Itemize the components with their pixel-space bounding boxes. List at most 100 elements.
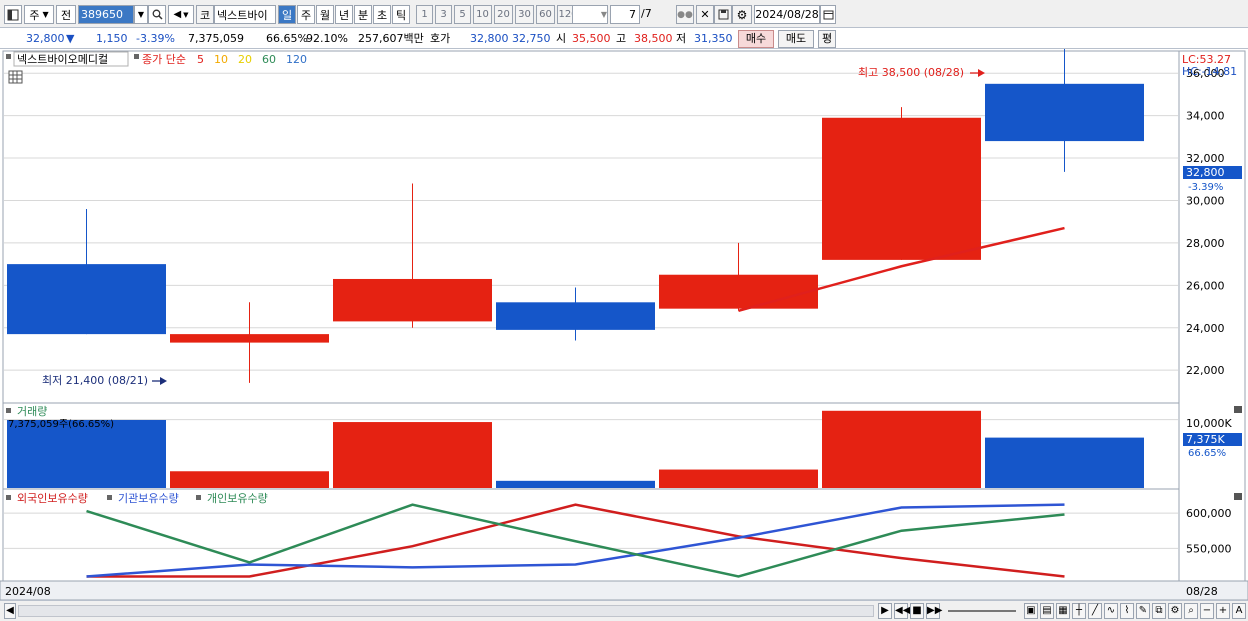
last-change-text: -3.39% xyxy=(1188,182,1223,193)
type-button[interactable]: 전 xyxy=(56,5,76,24)
close-panel-icon[interactable] xyxy=(1234,493,1242,500)
volume-bar[interactable] xyxy=(7,420,166,488)
volume-ratio: 66.65% xyxy=(266,32,308,45)
window-icon[interactable]: ▤ xyxy=(1040,603,1054,619)
volume-bar[interactable] xyxy=(170,471,329,488)
fast-forward-icon[interactable]: ▶▶ xyxy=(926,603,942,619)
holding-legend-2[interactable]: 개인보유수량 xyxy=(207,492,268,505)
date-input[interactable]: 2024/08/28 xyxy=(754,5,820,24)
code-dropdown-button[interactable]: ▼ xyxy=(134,5,148,24)
holding-tick-label: 550,000 xyxy=(1186,542,1232,555)
zoom-slider[interactable] xyxy=(948,610,1016,612)
period-tab-1[interactable]: 주 xyxy=(297,5,315,24)
interval-button-10[interactable]: 10 xyxy=(473,5,492,24)
zoom-in-icon[interactable]: + xyxy=(1216,603,1230,619)
volume-bar[interactable] xyxy=(822,410,981,488)
interval-button-20[interactable]: 20 xyxy=(494,5,513,24)
ma-label: 종가 단순 xyxy=(142,53,186,66)
x-axis-bar xyxy=(0,580,1248,600)
interval-button-30[interactable]: 30 xyxy=(515,5,534,24)
holding-legend-0[interactable]: 외국인보유수량 xyxy=(17,492,88,505)
volume-value: 7,375,059 xyxy=(188,32,244,45)
stock-code-input[interactable]: 389650 xyxy=(78,5,134,24)
price-change-pct: -3.39% xyxy=(136,32,175,45)
stop-icon[interactable]: ■ xyxy=(910,603,924,619)
volume-bar[interactable] xyxy=(333,422,492,488)
low-label: 저 xyxy=(676,32,687,45)
price-tick-label: 22,000 xyxy=(1186,364,1225,377)
zoom-out-icon[interactable]: − xyxy=(1200,603,1214,619)
candle-body[interactable] xyxy=(496,302,655,330)
gear-icon[interactable]: ⚙ xyxy=(732,5,752,24)
average-button[interactable]: 평 xyxy=(818,30,836,48)
volume-bar[interactable] xyxy=(985,437,1144,488)
interval-select[interactable]: ▼ xyxy=(572,5,608,24)
sell-button[interactable]: 매도 xyxy=(778,30,814,48)
table-icon[interactable] xyxy=(8,70,23,84)
ellipse-tool-icon[interactable]: ●● xyxy=(676,5,694,24)
calendar-icon[interactable] xyxy=(820,5,836,24)
trendline-icon[interactable]: ╱ xyxy=(1088,603,1102,619)
layout-icon[interactable] xyxy=(4,5,22,24)
candle-body[interactable] xyxy=(659,274,818,309)
speaker-button[interactable]: ◀ ▼ xyxy=(168,5,194,24)
draw-icon[interactable]: ✎ xyxy=(1136,603,1150,619)
ask-price: 32,800 xyxy=(470,32,509,45)
candle-body[interactable] xyxy=(985,83,1144,142)
ma-period-10[interactable]: 10 xyxy=(214,53,228,66)
chart-type-icon[interactable]: ∿ xyxy=(1104,603,1118,619)
candle-body[interactable] xyxy=(333,278,492,322)
ma-period-5[interactable]: 5 xyxy=(197,53,204,66)
ma-period-60[interactable]: 60 xyxy=(262,53,276,66)
volume-bar[interactable] xyxy=(496,480,655,488)
price-tick-label: 24,000 xyxy=(1186,322,1225,335)
grid-icon[interactable]: ▦ xyxy=(1056,603,1070,619)
period-tab-4[interactable]: 분 xyxy=(354,5,372,24)
crosshair-tool-icon[interactable]: ✕ xyxy=(696,5,714,24)
font-icon[interactable]: A xyxy=(1232,603,1246,619)
down-arrow-icon: ▼ xyxy=(66,32,75,45)
scroll-right-icon[interactable]: ▶ xyxy=(878,603,892,619)
x-axis-end: 08/28 xyxy=(1186,585,1218,598)
search-icon[interactable]: ⌕ xyxy=(1184,603,1198,619)
ma-period-20[interactable]: 20 xyxy=(238,53,252,66)
period-tab-3[interactable]: 년 xyxy=(335,5,353,24)
search-button[interactable] xyxy=(148,5,166,24)
scroll-left-icon[interactable]: ◀ xyxy=(4,603,16,619)
scrollbar-track[interactable] xyxy=(18,605,874,617)
period-tab-6[interactable]: 틱 xyxy=(392,5,410,24)
interval-button-3[interactable]: 3 xyxy=(435,5,452,24)
market-select[interactable]: 주 ▼ xyxy=(24,5,54,24)
buy-button[interactable]: 매수 xyxy=(738,30,774,48)
stock-label: 넥스트바이오메디컬 xyxy=(17,53,108,66)
period-tab-5[interactable]: 초 xyxy=(373,5,391,24)
compare-icon[interactable]: ⧉ xyxy=(1152,603,1166,619)
low-price: 31,350 xyxy=(694,32,733,45)
rewind-icon[interactable]: ◀◀ xyxy=(894,603,910,619)
chevron-down-icon: ▼ xyxy=(137,10,145,19)
interval-button-1[interactable]: 1 xyxy=(416,5,433,24)
candle-body[interactable] xyxy=(7,264,166,335)
holding-legend-1[interactable]: 기관보유수량 xyxy=(118,492,179,505)
speaker-icon: ◀ xyxy=(173,9,182,20)
panel-marker-icon xyxy=(6,408,11,413)
interval-button-5[interactable]: 5 xyxy=(454,5,471,24)
indicator-icon[interactable]: ⌇ xyxy=(1120,603,1134,619)
settings-icon[interactable]: ⚙ xyxy=(1168,603,1182,619)
high-label: 고 xyxy=(616,32,627,45)
candle-body[interactable] xyxy=(822,117,981,260)
panel-marker-icon xyxy=(6,54,11,59)
stock-chart[interactable]: 22,000 24,000 26,000 28,000 30,000 32,000 34,0… xyxy=(0,49,1248,600)
interval-button-60[interactable]: 60 xyxy=(536,5,555,24)
close-panel-icon[interactable] xyxy=(1234,406,1242,413)
ma-period-120[interactable]: 120 xyxy=(286,53,307,66)
volume-sub-label: 7,375,059주(66.65%) xyxy=(8,419,114,430)
candle-body[interactable] xyxy=(170,334,329,343)
period-tab-2[interactable]: 월 xyxy=(316,5,334,24)
copy-icon[interactable]: ▣ xyxy=(1024,603,1038,619)
save-icon[interactable] xyxy=(714,5,732,24)
period-tab-0[interactable]: 일 xyxy=(278,5,296,24)
crosshair-icon[interactable]: ┼ xyxy=(1072,603,1086,619)
volume-bar[interactable] xyxy=(659,469,818,488)
page-counter-input[interactable]: 7 xyxy=(610,5,640,24)
